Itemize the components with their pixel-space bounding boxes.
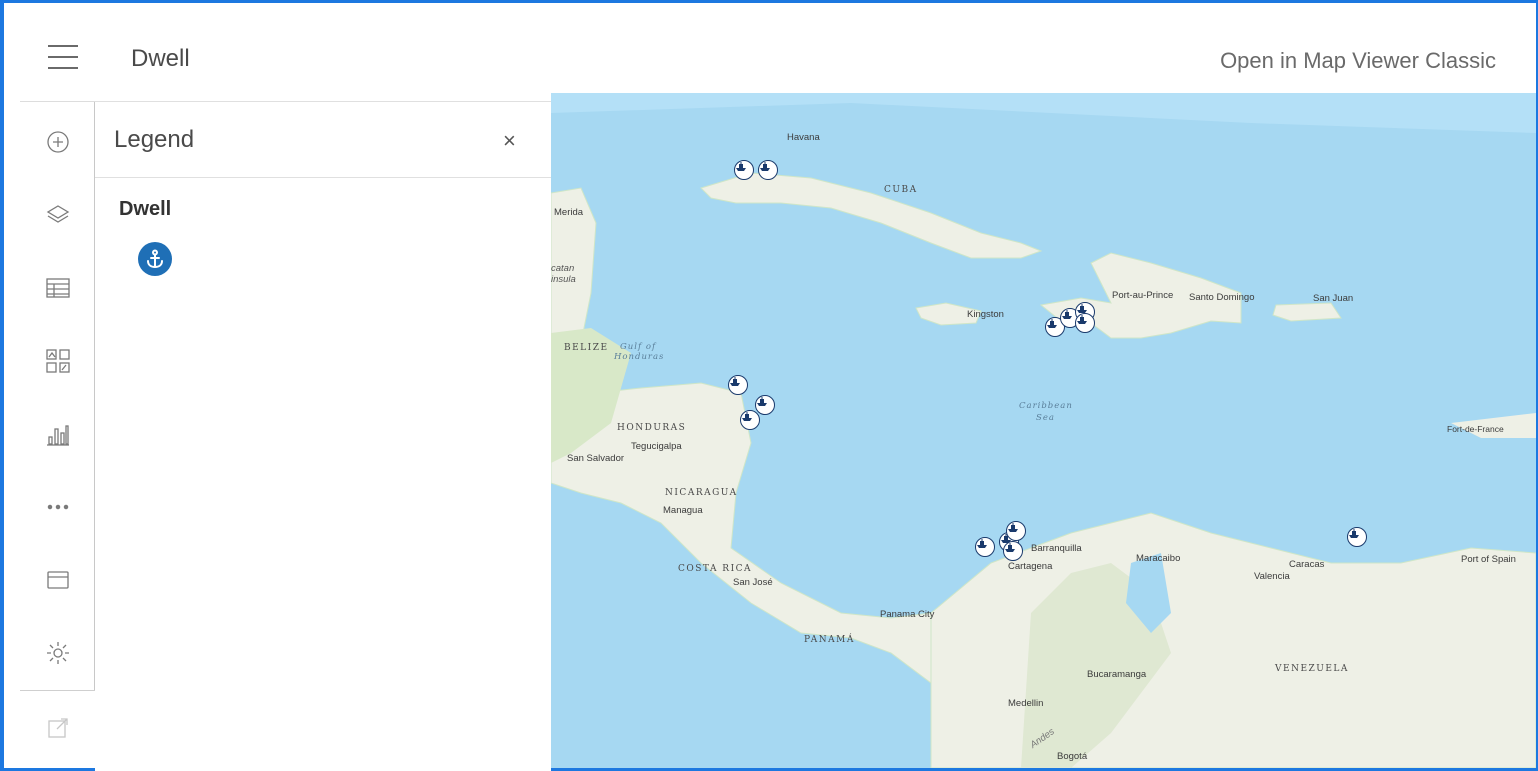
menu-icon[interactable] (48, 45, 78, 71)
city-label: San Juan (1313, 293, 1354, 304)
map-label: catan (551, 263, 575, 274)
dwell-marker[interactable] (758, 160, 778, 180)
app-title: Dwell (131, 45, 190, 72)
water-label: Sea (1036, 413, 1055, 423)
city-label: Valencia (1254, 571, 1290, 582)
country-label: HONDURAS (617, 423, 687, 433)
side-toolbar (20, 101, 95, 771)
city-label: San José (733, 577, 773, 588)
country-label: NICARAGUA (665, 488, 738, 498)
anchor-icon (138, 242, 172, 276)
city-label: Cartagena (1008, 561, 1053, 572)
map-label: insula (551, 274, 576, 285)
city-label: Maracaibo (1136, 553, 1181, 564)
city-label: Fort-de-France (1447, 424, 1504, 434)
dwell-marker[interactable] (1075, 313, 1095, 333)
country-label: CUBA (884, 185, 918, 195)
city-label: Santo Domingo (1189, 292, 1255, 303)
legend-layer-name: Dwell (119, 198, 172, 220)
share-icon[interactable] (38, 708, 78, 748)
water-label: Honduras (614, 352, 665, 362)
dwell-marker[interactable] (1347, 527, 1367, 547)
dwell-marker[interactable] (1006, 521, 1026, 541)
city-label: Tegucigalpa (631, 441, 682, 452)
dwell-marker[interactable] (755, 395, 775, 415)
more-options-icon[interactable] (38, 487, 78, 527)
dwell-marker[interactable] (734, 160, 754, 180)
table-icon[interactable] (38, 268, 78, 308)
water-label: Caribbean (1019, 401, 1073, 411)
dwell-marker[interactable] (728, 375, 748, 395)
city-label: Bucaramanga (1087, 669, 1147, 680)
dwell-marker[interactable] (1003, 541, 1023, 561)
city-label: Panama City (880, 609, 935, 620)
dwell-marker[interactable] (740, 410, 760, 430)
settings-icon[interactable] (38, 633, 78, 673)
country-label: COSTA RICA (678, 564, 753, 574)
water-label: Gulf of (620, 342, 657, 352)
app-header: Dwell Open in Map Viewer Classic (4, 3, 1536, 93)
legend-panel: Legend × Dwell (95, 101, 551, 771)
city-label: Managua (663, 505, 703, 516)
city-label: Barranquilla (1031, 543, 1082, 554)
country-label: BELIZE (564, 343, 609, 353)
city-label: Merida (554, 207, 584, 218)
city-label: Port-au-Prince (1112, 290, 1174, 301)
city-label: Port of Spain (1461, 554, 1516, 565)
folder-icon[interactable] (38, 560, 78, 600)
legend-title: Legend (114, 126, 195, 153)
city-label: San Salvador (567, 453, 625, 464)
basemap-gallery-icon[interactable] (38, 341, 78, 381)
basemap (551, 93, 1536, 768)
layers-icon[interactable] (38, 195, 78, 235)
add-icon[interactable] (38, 122, 78, 162)
country-label: PANAMÁ (804, 635, 855, 645)
city-label: Caracas (1289, 559, 1325, 570)
open-map-viewer-classic-link[interactable]: Open in Map Viewer Classic (1220, 48, 1496, 74)
city-label: Bogotá (1057, 751, 1088, 762)
country-label: VENEZUELA (1275, 664, 1349, 674)
map-view[interactable]: Havana Merida Kingston Port-au-Prince Sa… (551, 93, 1536, 768)
close-icon[interactable]: × (503, 128, 516, 154)
city-label: Kingston (967, 309, 1004, 320)
legend-panel-header: Legend × (95, 102, 551, 178)
dwell-marker[interactable] (975, 537, 995, 557)
window-frame-left (0, 0, 4, 771)
city-label: Havana (787, 132, 820, 143)
charts-icon[interactable] (38, 414, 78, 454)
city-label: Medellin (1008, 698, 1044, 709)
